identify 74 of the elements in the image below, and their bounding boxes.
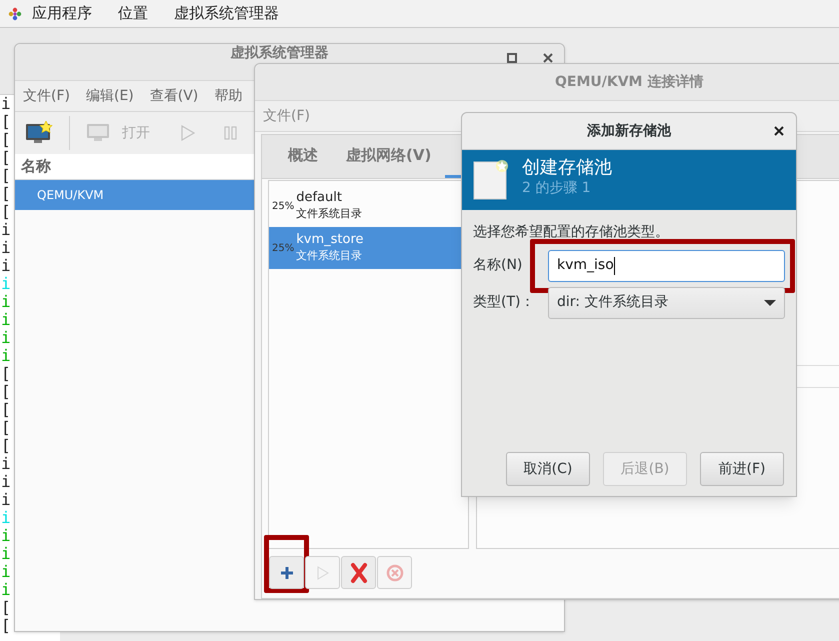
terminal-text: [ bbox=[0, 419, 10, 437]
terminal-text: [ bbox=[0, 365, 10, 383]
terminal-text: [ bbox=[0, 149, 10, 167]
window-title: 虚拟系统管理器 bbox=[230, 45, 328, 62]
maximize-icon[interactable] bbox=[507, 53, 517, 63]
terminal-text: [ bbox=[0, 167, 10, 185]
pool-type: 文件系统目录 bbox=[296, 206, 362, 222]
terminal-text: i bbox=[0, 473, 10, 491]
prompt-text: 选择您希望配置的存储池类型。 bbox=[473, 223, 670, 242]
name-field[interactable]: kvm_iso bbox=[548, 250, 785, 282]
play-icon bbox=[316, 566, 328, 580]
caret-icon bbox=[764, 298, 776, 306]
terminal-text: [ bbox=[0, 617, 10, 635]
menu-item[interactable]: 帮助 bbox=[214, 86, 242, 106]
stop-icon bbox=[386, 564, 404, 582]
terminal-text: i bbox=[0, 311, 10, 329]
cross-icon bbox=[350, 562, 368, 584]
type-dropdown[interactable]: dir: 文件系统目录 bbox=[548, 286, 785, 318]
step-text: 2 的步骤 1 bbox=[522, 179, 592, 198]
terminal-text: [ bbox=[0, 383, 10, 401]
header-title: 创建存储池 bbox=[522, 158, 612, 178]
column-header[interactable]: 名称 bbox=[21, 155, 51, 178]
close-icon[interactable] bbox=[543, 53, 553, 63]
terminal-text: [ bbox=[0, 113, 10, 131]
terminal-text: [ bbox=[0, 203, 10, 221]
delete-button[interactable] bbox=[341, 556, 376, 589]
tab[interactable]: 虚拟网络(V) bbox=[332, 135, 446, 178]
terminal-text: i bbox=[0, 347, 10, 365]
dialog-button[interactable]: 前进(F) bbox=[700, 452, 784, 486]
top-menu-item[interactable]: 虚拟系统管理器 bbox=[174, 2, 279, 25]
pool-name: default bbox=[296, 190, 343, 206]
terminal-text: i bbox=[0, 581, 10, 599]
add-button[interactable] bbox=[269, 556, 304, 589]
close-icon[interactable] bbox=[774, 126, 784, 136]
terminal-text: [ bbox=[0, 185, 10, 203]
terminal-text: i bbox=[0, 509, 10, 527]
app-menu-icon[interactable] bbox=[8, 6, 22, 20]
terminal-text: [ bbox=[0, 599, 10, 617]
terminal-text: i bbox=[0, 275, 10, 293]
document-star-icon bbox=[472, 159, 510, 201]
dialog-title: 添加新存储池 bbox=[587, 122, 671, 140]
pool-type: 文件系统目录 bbox=[296, 248, 364, 264]
terminal-text: [ bbox=[0, 131, 10, 149]
terminal-text: i bbox=[0, 527, 10, 545]
field-label: 名称(N) bbox=[473, 256, 524, 275]
menu-item[interactable]: 查看(V) bbox=[150, 86, 198, 106]
terminal-text: i bbox=[0, 221, 10, 239]
window-title: QEMU/KVM 连接详情 bbox=[555, 72, 704, 92]
dialog-button[interactable]: 取消(C) bbox=[506, 452, 590, 486]
terminal-text: i bbox=[0, 563, 10, 581]
monitor-icon bbox=[86, 123, 110, 143]
plus-icon bbox=[280, 566, 294, 580]
terminal-text: i bbox=[0, 257, 10, 275]
usage-text: 25% bbox=[272, 200, 294, 214]
tab[interactable]: 概述 bbox=[274, 135, 332, 178]
menu-item[interactable]: 文件(F) bbox=[23, 86, 70, 106]
menu-item[interactable]: 编辑(E) bbox=[86, 86, 134, 106]
field-label: 类型(T)： bbox=[473, 293, 536, 312]
monitor-star-icon[interactable] bbox=[25, 121, 53, 145]
menu-item[interactable]: 文件(F) bbox=[263, 106, 310, 126]
terminal-text: i bbox=[0, 329, 10, 347]
terminal-text: i bbox=[0, 95, 10, 113]
terminal-text: i bbox=[0, 455, 10, 473]
terminal-text: i bbox=[0, 491, 10, 509]
terminal-text: [ bbox=[0, 437, 10, 455]
terminal-text: [ bbox=[0, 401, 10, 419]
terminal-text: i bbox=[0, 239, 10, 257]
dropdown-value: dir: 文件系统目录 bbox=[557, 293, 668, 312]
top-menu-item[interactable]: 位置 bbox=[118, 2, 148, 25]
top-menu-item[interactable]: 应用程序 bbox=[32, 2, 92, 25]
terminal-text: i bbox=[0, 545, 10, 563]
terminal-text: i bbox=[0, 293, 10, 311]
usage-text: 25% bbox=[272, 242, 294, 256]
pool-name: kvm_store bbox=[296, 232, 364, 248]
